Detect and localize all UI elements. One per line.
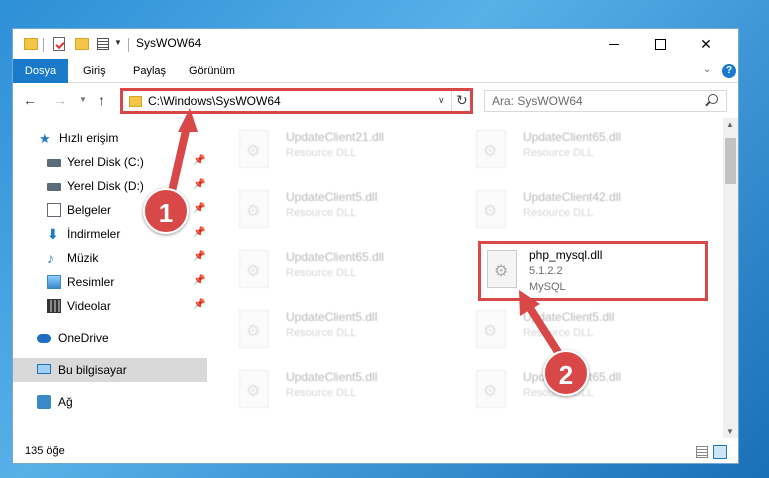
callout-badge-1: 1 (143, 188, 189, 234)
callout-arrow-1 (166, 108, 567, 364)
callout-badge-2: 2 (543, 350, 589, 396)
